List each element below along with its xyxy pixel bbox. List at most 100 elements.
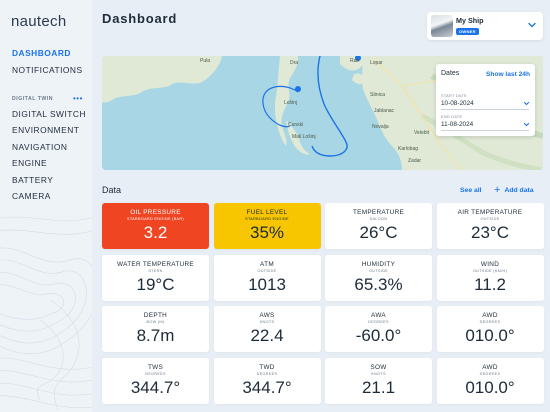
- map-label: Velebit: [414, 130, 430, 136]
- tile-value: 23°C: [471, 223, 509, 242]
- chevron-down-icon[interactable]: [523, 121, 530, 128]
- data-tile[interactable]: AWD DEGREES 010.0°: [436, 357, 544, 404]
- tile-label: AWD: [482, 363, 498, 371]
- sidebar-item-navigation[interactable]: NAVIGATION: [12, 142, 67, 152]
- plus-icon: +: [494, 184, 501, 196]
- tile-label: FUEL LEVEL: [246, 209, 288, 216]
- map-label: Zadar: [408, 158, 421, 164]
- dates-title: Dates: [441, 70, 460, 77]
- tile-sublabel: DEGREES: [479, 320, 501, 324]
- tile-label: HUMIDITY: [361, 260, 396, 268]
- tile-sublabel: OUTSIDE (KM/H): [472, 268, 508, 273]
- ship-thumbnail: [431, 15, 453, 37]
- map-label: Stinica: [370, 92, 385, 98]
- data-tile[interactable]: TEMPERATURE SALOON 26°C: [325, 203, 432, 249]
- tile-sublabel: STERN: [148, 268, 163, 273]
- show-last-24h-link[interactable]: Show last 24h: [486, 71, 530, 78]
- tile-label: WIND: [480, 260, 500, 268]
- data-tile[interactable]: WIND OUTSIDE (KM/H) 11.2: [436, 254, 544, 301]
- tile-value: 344.7°: [242, 377, 292, 397]
- tile-label: TEMPERATURE: [352, 209, 405, 216]
- tile-value: 65.3%: [354, 274, 403, 294]
- sidebar-item-environment[interactable]: ENVIRONMENT: [12, 125, 79, 135]
- tile-value: 3.2: [143, 223, 168, 242]
- map-label: Cunski: [288, 122, 303, 128]
- tile-value: 22.4: [250, 326, 284, 345]
- owner-badge: OWNER: [456, 28, 479, 35]
- data-tile[interactable]: FUEL LEVEL STARBOARD ENGINE 35%: [213, 203, 321, 249]
- data-tile[interactable]: AWS KNOTS 22.4: [213, 306, 321, 352]
- tile-value: 19°C: [136, 274, 175, 294]
- map-label: Novalja: [372, 124, 389, 130]
- map-label: Lošinj: [284, 100, 297, 106]
- tile-value: 8.7m: [136, 326, 175, 345]
- tile-value: -60.0°: [355, 326, 402, 345]
- end-date-field[interactable]: 11-08-2024: [441, 121, 473, 128]
- data-tile[interactable]: TWD DEGREES 344.7°: [213, 357, 321, 404]
- map-label: Mali Lošinj: [292, 134, 316, 140]
- data-tile[interactable]: WATER TEMPERATURE STERN 19°C: [102, 254, 209, 301]
- data-tile[interactable]: DEPTH BOW (M) 8.7m: [102, 306, 209, 352]
- tile-label: OIL PRESSURE: [130, 209, 181, 216]
- section-label-digital-twin: DIGITAL TWIN: [12, 96, 53, 102]
- data-tile[interactable]: AIR TEMPERATURE OUTSIDE 23°C: [436, 203, 544, 249]
- tile-value: 21.1: [361, 377, 396, 397]
- tile-value: 26°C: [359, 223, 398, 242]
- topographic-pattern: [0, 216, 92, 411]
- tile-sublabel: STARBOARD ENGINE: [245, 217, 289, 221]
- start-date-label: START DATE: [441, 94, 467, 98]
- data-tile[interactable]: AWD DEGREES 010.0°: [436, 306, 544, 352]
- tile-sublabel: OUTSIDE: [369, 268, 388, 273]
- sidebar-item-camera[interactable]: CAMERA: [12, 191, 51, 201]
- data-tile[interactable]: OIL PRESSURE STARBOARD ENGINE (BAR) 3.2: [102, 203, 209, 249]
- chevron-down-icon[interactable]: [523, 100, 530, 107]
- tile-value: 010.0°: [465, 377, 515, 397]
- tile-value: 1013: [248, 274, 286, 294]
- see-all-link[interactable]: See all: [460, 187, 482, 194]
- chevron-down-icon[interactable]: [527, 20, 537, 30]
- tile-label: AIR TEMPERATURE: [457, 209, 523, 216]
- tile-label: AWS: [259, 312, 275, 319]
- sidebar: nautech DASHBOARD NOTIFICATIONS DIGITAL …: [0, 0, 92, 412]
- page-title: Dashboard: [102, 11, 178, 26]
- sidebar-item-dashboard[interactable]: DASHBOARD: [12, 48, 71, 58]
- sidebar-item-engine[interactable]: ENGINE: [12, 158, 47, 168]
- tile-sublabel: DEGREES: [368, 320, 389, 324]
- map-label: Jablanac: [374, 108, 395, 114]
- data-tile[interactable]: SOW KNOTS 21.1: [325, 357, 432, 404]
- tile-label: AWD: [482, 312, 498, 319]
- end-date-label: END DATE: [441, 115, 463, 119]
- tile-value: 35%: [249, 223, 285, 242]
- map-label: Rab: [350, 58, 359, 64]
- sidebar-item-battery[interactable]: BATTERY: [12, 175, 53, 185]
- tile-sublabel: OUTSIDE: [480, 217, 500, 221]
- tile-label: TWD: [259, 363, 275, 371]
- tile-sublabel: KNOTS: [259, 320, 275, 324]
- dates-panel: Dates Show last 24h START DATE 10-08-202…: [436, 64, 535, 136]
- data-tile[interactable]: TWS DEGREES 344.7°: [102, 357, 209, 404]
- add-data-button[interactable]: + Add data: [494, 184, 534, 196]
- start-date-underline: [441, 109, 529, 110]
- sidebar-item-digital-switch[interactable]: DIGITAL SWITCH: [12, 109, 86, 119]
- data-tile[interactable]: HUMIDITY OUTSIDE 65.3%: [325, 254, 432, 301]
- start-date-field[interactable]: 10-08-2024: [441, 100, 474, 107]
- tile-sublabel: OUTSIDE: [257, 268, 277, 273]
- tile-sublabel: SALOON: [369, 217, 388, 221]
- more-options-icon[interactable]: •••: [73, 94, 83, 103]
- tile-sublabel: STARBOARD ENGINE (BAR): [127, 217, 184, 221]
- end-date-underline: [441, 130, 529, 131]
- tile-label: WATER TEMPERATURE: [117, 260, 194, 268]
- data-tile[interactable]: ATM OUTSIDE 1013: [213, 254, 321, 301]
- data-tile[interactable]: AWA DEGREES -60.0°: [325, 306, 432, 352]
- map-label: Lopar: [370, 60, 383, 66]
- tile-value: 344.7°: [130, 377, 181, 397]
- tile-sublabel: DEGREES: [256, 371, 278, 376]
- nautech-logo[interactable]: nautech: [11, 13, 66, 30]
- add-data-label: Add data: [504, 186, 534, 194]
- tile-label: DEPTH: [143, 312, 168, 319]
- sidebar-item-notifications[interactable]: NOTIFICATIONS: [12, 65, 83, 75]
- ship-selector[interactable]: My Ship OWNER: [427, 12, 543, 40]
- data-tiles-grid: OIL PRESSURE STARBOARD ENGINE (BAR) 3.2 FUE…: [102, 203, 544, 404]
- tile-sublabel: BOW (M): [146, 320, 165, 324]
- map-label: Pula: [200, 58, 210, 64]
